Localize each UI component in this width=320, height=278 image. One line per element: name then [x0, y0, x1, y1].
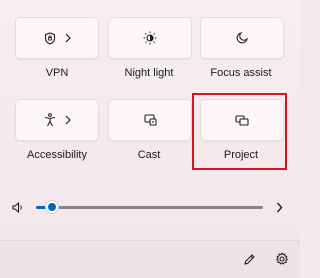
accessibility-icon [44, 113, 55, 127]
cast-tile[interactable] [108, 99, 192, 141]
accessibility-tile[interactable] [15, 99, 99, 141]
project-highlight-box [192, 93, 287, 170]
quick-settings-panel: VPN Night light Focus assist Accessibili… [0, 0, 300, 278]
night-light-tile[interactable] [108, 17, 192, 59]
chevron-right-icon[interactable] [65, 33, 71, 43]
focus-assist-tile[interactable] [200, 17, 284, 59]
volume-slider-thumb[interactable] [44, 200, 59, 214]
cast-label: Cast [137, 149, 161, 161]
footer-bar [0, 241, 300, 278]
pencil-icon[interactable] [241, 251, 257, 267]
night-light-label: Night light [124, 67, 174, 79]
speaker-icon[interactable] [10, 200, 26, 214]
volume-slider-track[interactable] [36, 206, 263, 209]
accessibility-label: Accessibility [27, 149, 87, 161]
chevron-right-icon[interactable] [65, 115, 71, 125]
vpn-tile[interactable] [15, 17, 99, 59]
focus-assist-label: Focus assist [210, 67, 272, 79]
shield-icon [44, 31, 55, 45]
brightness-icon [143, 31, 157, 45]
vpn-label: VPN [45, 67, 69, 79]
chevron-right-icon[interactable] [272, 200, 286, 214]
moon-icon [236, 32, 248, 44]
gear-icon[interactable] [274, 251, 290, 267]
cast-icon [143, 114, 157, 126]
